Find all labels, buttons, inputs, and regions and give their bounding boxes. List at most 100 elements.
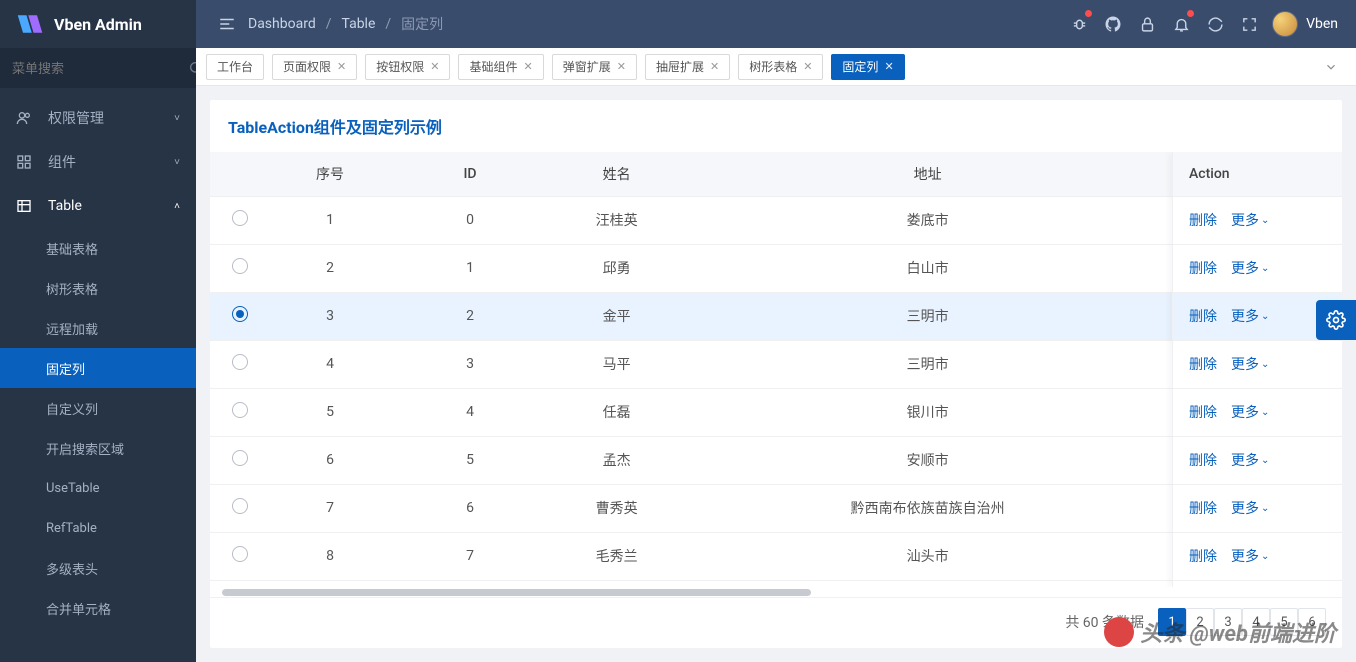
sidebar-item-label: 自定义列: [46, 399, 180, 418]
sidebar-subitem[interactable]: 合并单元格: [0, 588, 196, 628]
radio-button[interactable]: [232, 306, 248, 322]
tab[interactable]: 树形表格✕: [738, 54, 823, 80]
tab[interactable]: 弹窗扩展✕: [552, 54, 637, 80]
cell-seq: 4: [270, 340, 390, 388]
radio-button[interactable]: [232, 450, 248, 466]
sidebar-item[interactable]: Table˄: [0, 184, 196, 228]
table-row[interactable]: 43马平三明市: [210, 340, 1172, 388]
delete-link[interactable]: 删除: [1189, 549, 1217, 565]
delete-link[interactable]: 删除: [1189, 309, 1217, 325]
sidebar-subitem[interactable]: 开启搜索区域: [0, 428, 196, 468]
sidebar-item-label: UseTable: [46, 481, 180, 496]
brand[interactable]: Vben Admin: [0, 0, 196, 48]
table-row[interactable]: 32金平三明市: [210, 292, 1172, 340]
sidebar-subitem[interactable]: 远程加载: [0, 308, 196, 348]
delete-link[interactable]: 删除: [1189, 357, 1217, 373]
chevron-down-icon: ˅: [174, 113, 180, 124]
page-button[interactable]: 3: [1214, 608, 1242, 636]
col-name[interactable]: 姓名: [550, 152, 683, 196]
more-dropdown[interactable]: 更多⌄: [1231, 549, 1269, 565]
sidebar-item[interactable]: 组件˅: [0, 140, 196, 184]
user-name[interactable]: Vben: [1306, 16, 1338, 32]
more-dropdown[interactable]: 更多⌄: [1231, 501, 1269, 517]
cell-seq: 7: [270, 484, 390, 532]
sidebar-subitem[interactable]: UseTable: [0, 468, 196, 508]
page-button[interactable]: 5: [1270, 608, 1298, 636]
tab[interactable]: 按钮权限✕: [365, 54, 450, 80]
page-button[interactable]: 2: [1186, 608, 1214, 636]
table-row[interactable]: 87毛秀兰汕头市: [210, 532, 1172, 580]
delete-link[interactable]: 删除: [1189, 453, 1217, 469]
radio-button[interactable]: [232, 258, 248, 274]
menu-search[interactable]: [0, 48, 196, 88]
page-button[interactable]: 6: [1298, 608, 1326, 636]
chevron-down-icon: ˅: [174, 157, 180, 168]
delete-link[interactable]: 删除: [1189, 213, 1217, 229]
github-icon[interactable]: [1096, 0, 1130, 48]
col-id[interactable]: ID: [390, 152, 550, 196]
bell-icon[interactable]: [1164, 0, 1198, 48]
menu-search-input[interactable]: [12, 61, 188, 76]
more-dropdown[interactable]: 更多⌄: [1231, 261, 1269, 277]
settings-gear-icon[interactable]: [1316, 300, 1356, 340]
sidebar-subitem[interactable]: 自定义列: [0, 388, 196, 428]
sidebar-subitem[interactable]: RefTable: [0, 508, 196, 548]
close-icon[interactable]: ✕: [524, 60, 533, 73]
delete-link[interactable]: 删除: [1189, 405, 1217, 421]
close-icon[interactable]: ✕: [430, 60, 439, 73]
more-dropdown[interactable]: 更多⌄: [1231, 309, 1269, 325]
breadcrumb-item[interactable]: Dashboard: [248, 16, 316, 32]
close-icon[interactable]: ✕: [617, 60, 626, 73]
radio-button[interactable]: [232, 210, 248, 226]
menu-toggle-icon[interactable]: [210, 0, 244, 48]
page-button[interactable]: 1: [1158, 608, 1186, 636]
sidebar-subitem[interactable]: 树形表格: [0, 268, 196, 308]
sidebar-subitem[interactable]: 固定列: [0, 348, 196, 388]
tab[interactable]: 抽屉扩展✕: [645, 54, 730, 80]
breadcrumb-item[interactable]: Table: [342, 16, 376, 32]
sidebar-item-label: 开启搜索区域: [46, 439, 180, 458]
sidebar-subitem[interactable]: 多级表头: [0, 548, 196, 588]
tab[interactable]: 工作台: [206, 54, 264, 80]
close-icon[interactable]: ✕: [803, 60, 812, 73]
tab-label: 固定列: [842, 58, 878, 75]
lock-icon[interactable]: [1130, 0, 1164, 48]
more-dropdown[interactable]: 更多⌄: [1231, 213, 1269, 229]
sidebar-item[interactable]: 权限管理˅: [0, 96, 196, 140]
cell-seq: 8: [270, 532, 390, 580]
more-dropdown[interactable]: 更多⌄: [1231, 405, 1269, 421]
table-row[interactable]: 21邱勇白山市: [210, 244, 1172, 292]
panel: TableAction组件及固定列示例 序号 ID 姓名 地址: [210, 100, 1342, 648]
fullscreen-icon[interactable]: [1232, 0, 1266, 48]
col-addr[interactable]: 地址: [683, 152, 1172, 196]
more-dropdown[interactable]: 更多⌄: [1231, 357, 1269, 373]
avatar[interactable]: [1272, 11, 1298, 37]
bug-icon[interactable]: [1062, 0, 1096, 48]
more-dropdown[interactable]: 更多⌄: [1231, 453, 1269, 469]
cell-addr: 三明市: [683, 340, 1172, 388]
tabs-more-icon[interactable]: [1316, 60, 1346, 74]
tab[interactable]: 固定列 ✕: [831, 54, 904, 80]
radio-button[interactable]: [232, 402, 248, 418]
table-row[interactable]: 98黄超衢州市: [210, 580, 1172, 587]
table-row[interactable]: 76曹秀英黔西南布依族苗族自治州: [210, 484, 1172, 532]
close-icon[interactable]: ✕: [710, 60, 719, 73]
table-row[interactable]: 10汪桂英娄底市: [210, 196, 1172, 244]
close-icon[interactable]: ✕: [337, 60, 346, 73]
tab[interactable]: 页面权限✕: [272, 54, 357, 80]
sidebar-subitem[interactable]: 基础表格: [0, 228, 196, 268]
delete-link[interactable]: 删除: [1189, 261, 1217, 277]
radio-button[interactable]: [232, 498, 248, 514]
table-row[interactable]: 54任磊银川市: [210, 388, 1172, 436]
cell-seq: 5: [270, 388, 390, 436]
col-seq[interactable]: 序号: [270, 152, 390, 196]
radio-button[interactable]: [232, 354, 248, 370]
radio-button[interactable]: [232, 546, 248, 562]
horizontal-scrollbar[interactable]: [222, 587, 1172, 597]
tab[interactable]: 基础组件✕: [458, 54, 543, 80]
refresh-icon[interactable]: [1198, 0, 1232, 48]
close-icon[interactable]: ✕: [884, 60, 893, 73]
page-button[interactable]: 4: [1242, 608, 1270, 636]
delete-link[interactable]: 删除: [1189, 501, 1217, 517]
table-row[interactable]: 65孟杰安顺市: [210, 436, 1172, 484]
